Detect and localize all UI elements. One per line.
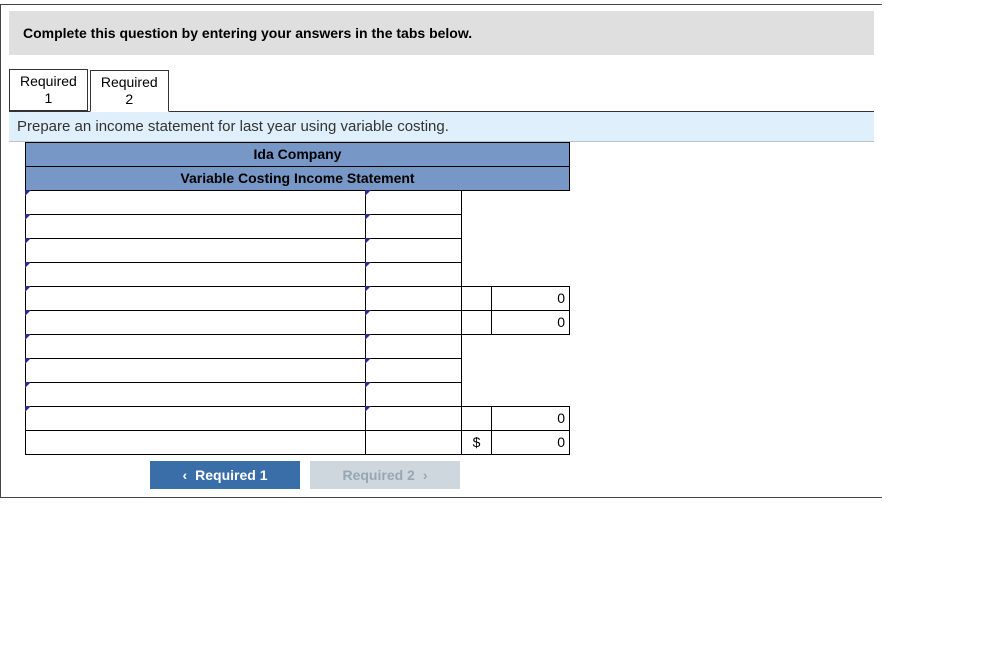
line-item-input[interactable] bbox=[26, 406, 366, 430]
tab-label: Required bbox=[101, 74, 158, 90]
chevron-right-icon: › bbox=[423, 467, 428, 483]
tab-required-1[interactable]: Required 1 bbox=[9, 69, 88, 111]
tabs-row: Required 1 Required 2 bbox=[1, 61, 882, 111]
currency-cell bbox=[462, 406, 492, 430]
line-item-input[interactable] bbox=[26, 334, 366, 358]
next-button-label: Required 2 bbox=[342, 467, 414, 483]
line-item-cell bbox=[26, 430, 366, 454]
computed-value: 0 bbox=[492, 286, 570, 310]
computed-total: 0 bbox=[492, 430, 570, 454]
computed-value: 0 bbox=[492, 406, 570, 430]
amount-input[interactable] bbox=[366, 286, 462, 310]
tab-label-num: 1 bbox=[45, 90, 53, 106]
subinstruction: Prepare an income statement for last yea… bbox=[9, 112, 874, 142]
prev-button[interactable]: ‹ Required 1 bbox=[150, 461, 300, 489]
income-statement-table: Ida Company Variable Costing Income Stat… bbox=[25, 142, 570, 455]
amount-cell bbox=[366, 430, 462, 454]
line-item-input[interactable] bbox=[26, 286, 366, 310]
tab-label: Required bbox=[20, 73, 77, 89]
amount-input[interactable] bbox=[366, 262, 462, 286]
line-item-input[interactable] bbox=[26, 310, 366, 334]
amount-input[interactable] bbox=[366, 406, 462, 430]
instruction-bar: Complete this question by entering your … bbox=[9, 11, 874, 55]
line-item-input[interactable] bbox=[26, 262, 366, 286]
chevron-left-icon: ‹ bbox=[182, 467, 187, 483]
amount-input[interactable] bbox=[366, 214, 462, 238]
tab-label-num: 2 bbox=[125, 91, 133, 107]
amount-input[interactable] bbox=[366, 238, 462, 262]
prev-button-label: Required 1 bbox=[195, 467, 267, 483]
table-header-company: Ida Company bbox=[26, 142, 570, 166]
tab-required-2[interactable]: Required 2 bbox=[90, 70, 169, 112]
currency-symbol: $ bbox=[462, 430, 492, 454]
amount-input[interactable] bbox=[366, 310, 462, 334]
amount-input[interactable] bbox=[366, 358, 462, 382]
line-item-input[interactable] bbox=[26, 190, 366, 214]
currency-cell bbox=[462, 310, 492, 334]
amount-input[interactable] bbox=[366, 190, 462, 214]
currency-cell bbox=[462, 286, 492, 310]
line-item-input[interactable] bbox=[26, 358, 366, 382]
computed-value: 0 bbox=[492, 310, 570, 334]
line-item-input[interactable] bbox=[26, 382, 366, 406]
line-item-input[interactable] bbox=[26, 238, 366, 262]
table-header-title: Variable Costing Income Statement bbox=[26, 166, 570, 190]
line-item-input[interactable] bbox=[26, 214, 366, 238]
nav-buttons: ‹ Required 1 Required 2 › bbox=[25, 461, 585, 489]
amount-input[interactable] bbox=[366, 382, 462, 406]
amount-input[interactable] bbox=[366, 334, 462, 358]
next-button[interactable]: Required 2 › bbox=[310, 461, 460, 489]
